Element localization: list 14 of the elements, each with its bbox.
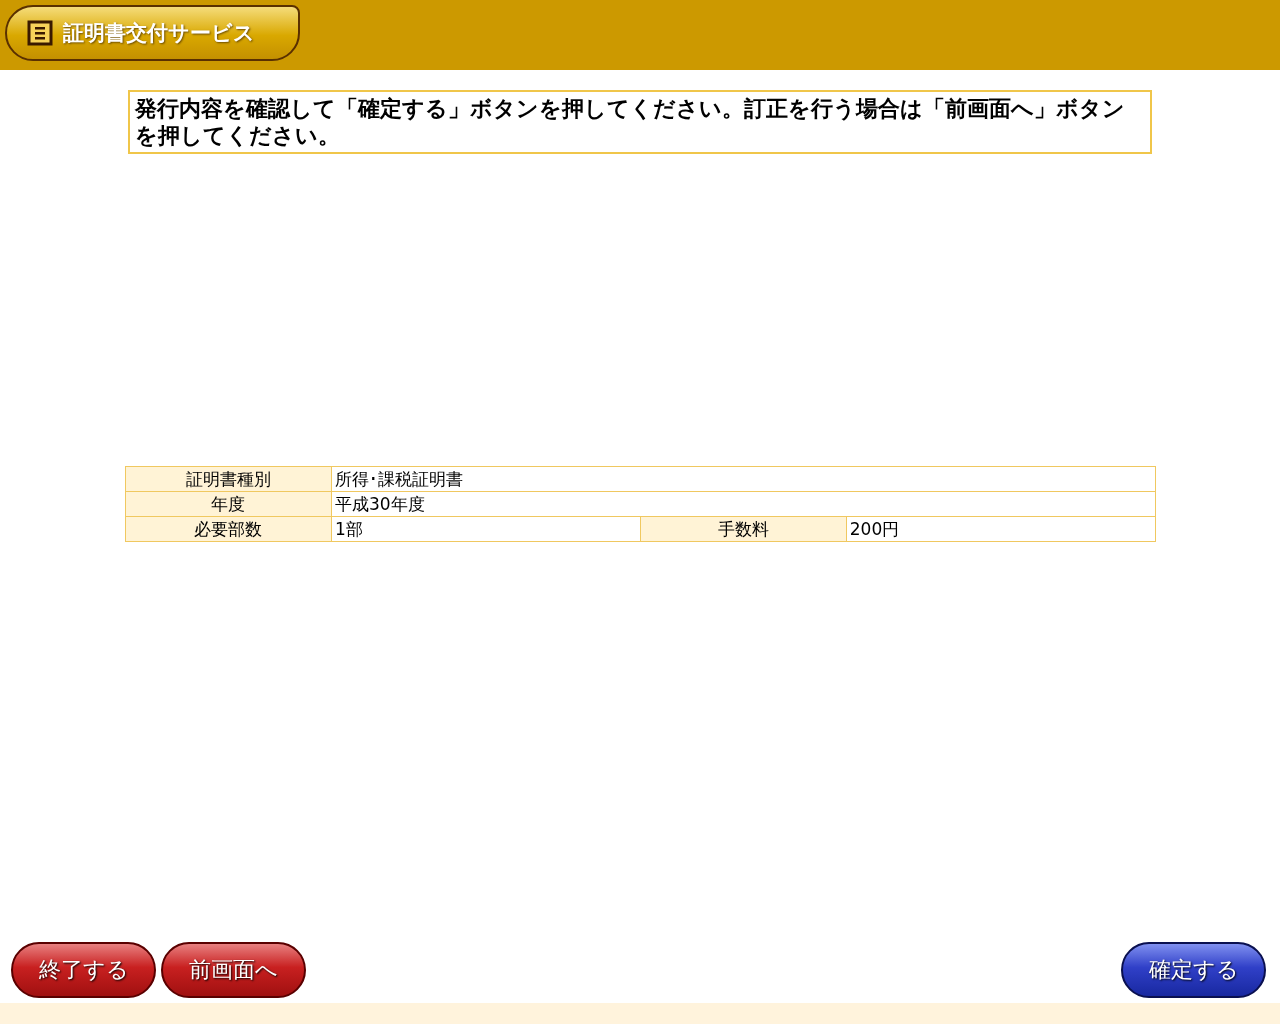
field-label: 必要部数 <box>125 516 332 542</box>
menu-icon <box>27 20 53 46</box>
field-label: 年度 <box>125 491 332 517</box>
confirm-button[interactable]: 確定する <box>1121 942 1266 998</box>
nav-button[interactable]: 終了する <box>11 942 156 998</box>
field-value: 200円 <box>846 516 1155 542</box>
nav-button[interactable]: 前画面へ <box>161 942 306 998</box>
instruction-message: 発行内容を確認して「確定する」ボタンを押してください。訂正を行う場合は「前画面へ」ボタンを押してください。 <box>128 90 1152 154</box>
service-title: 証明書交付サービス <box>63 20 255 47</box>
field-value: 1部 <box>331 516 640 542</box>
field-value: 平成30年度 <box>331 491 1155 517</box>
field-label: 手数料 <box>640 516 847 542</box>
field-label: 証明書種別 <box>125 466 332 492</box>
field-value: 所得･課税証明書 <box>331 466 1155 492</box>
